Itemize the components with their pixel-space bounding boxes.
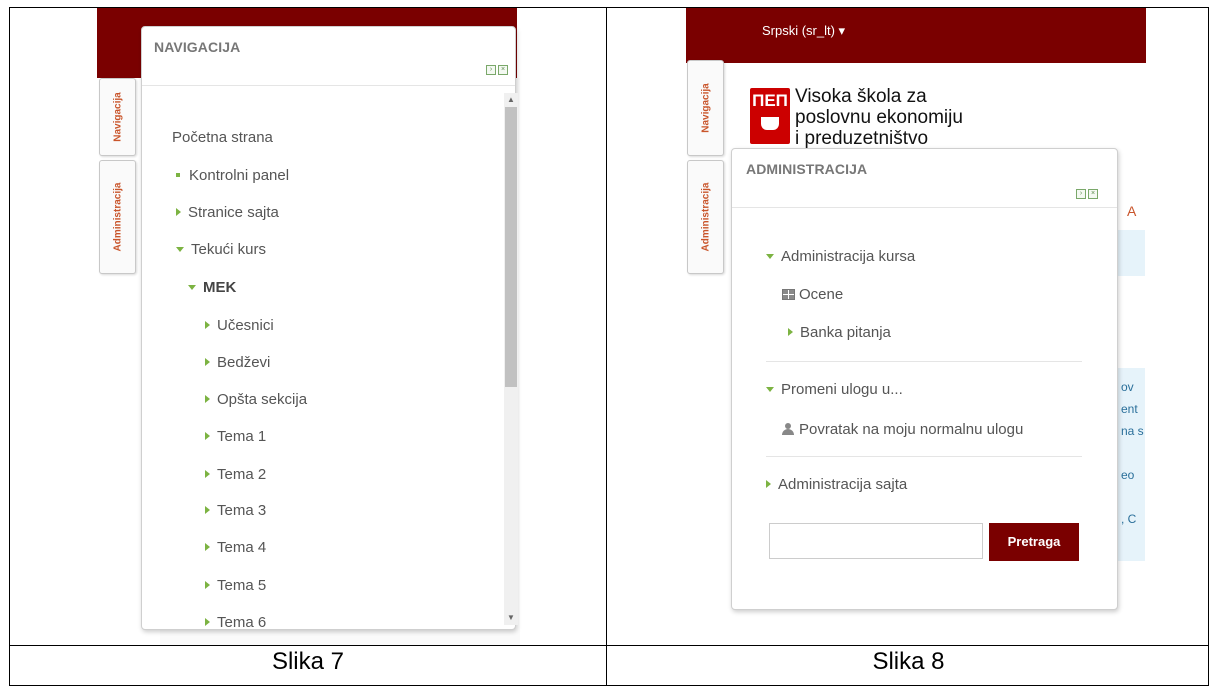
tree-item-label: Tema 4 bbox=[217, 539, 267, 556]
tab-administracija[interactable]: Administracija bbox=[687, 160, 724, 274]
tab-navigacija[interactable]: Navigacija bbox=[99, 78, 136, 156]
tree-item-ocene[interactable]: Ocene bbox=[782, 286, 843, 303]
tree-item-label: Učesnici bbox=[217, 317, 274, 334]
search-button[interactable]: Pretraga bbox=[989, 523, 1079, 561]
scroll-up-icon[interactable]: ▲ bbox=[504, 93, 518, 107]
dock-icon[interactable]: › bbox=[1076, 189, 1086, 199]
collapsed-icon bbox=[788, 328, 793, 336]
tree-item[interactable]: Tema 3 bbox=[205, 502, 266, 519]
tree-item-label: MEK bbox=[203, 279, 237, 296]
header-bar: Srpski (sr_lt) ▾ bbox=[686, 8, 1146, 63]
tab-administracija-label: Administracija bbox=[112, 182, 123, 252]
tree-item[interactable]: Početna strana bbox=[172, 129, 273, 146]
administration-block: ADMINISTRACIJA › × Administracija kursa … bbox=[731, 148, 1118, 610]
admin-search-input[interactable] bbox=[769, 523, 983, 559]
tree-item-administracija-sajta[interactable]: Administracija sajta bbox=[766, 476, 907, 493]
collapsed-icon bbox=[205, 506, 210, 514]
tree-item[interactable]: Tema 4 bbox=[205, 539, 266, 556]
tree-item[interactable]: Opšta sekcija bbox=[205, 391, 307, 408]
tree-item-label: Tema 1 bbox=[217, 428, 267, 445]
user-icon bbox=[782, 423, 794, 435]
tree-item-label: Bedževi bbox=[217, 354, 271, 371]
bg-info-box: ov ent na s eo , C bbox=[1115, 368, 1145, 561]
logo-text: Visoka škola za poslovnu ekonomiju i pre… bbox=[795, 86, 963, 149]
tree-item-banka-pitanja[interactable]: Banka pitanja bbox=[788, 324, 891, 341]
tree-item-label: Tema 6 bbox=[217, 614, 267, 628]
expanded-icon bbox=[766, 254, 774, 259]
collapsed-icon bbox=[176, 208, 181, 216]
tab-navigacija[interactable]: Navigacija bbox=[687, 60, 724, 156]
collapsed-icon bbox=[205, 543, 210, 551]
tree-item-label: Početna strana bbox=[172, 129, 273, 146]
navigation-block: NAVIGACIJA › × Početna strana Kontrolni p… bbox=[141, 26, 516, 630]
tree-item-label: Tema 3 bbox=[217, 502, 267, 519]
bullet-icon bbox=[176, 173, 180, 177]
tree-item[interactable]: Tema 5 bbox=[205, 577, 266, 594]
language-menu[interactable]: Srpski (sr_lt) ▾ bbox=[762, 23, 845, 39]
tree-item[interactable]: Stranice sajta bbox=[176, 204, 279, 221]
collapsed-icon bbox=[205, 321, 210, 329]
tree-item-label: Tekući kurs bbox=[191, 241, 267, 258]
figure-caption: Slika 7 bbox=[271, 648, 345, 675]
close-icon[interactable]: × bbox=[1088, 189, 1098, 199]
tab-administracija-label: Administracija bbox=[700, 182, 711, 252]
section-divider bbox=[766, 361, 1082, 362]
tree-item-label: Tema 5 bbox=[217, 577, 267, 594]
navigation-tree: Početna strana Kontrolni panel Stranice sa… bbox=[142, 86, 515, 628]
expanded-icon bbox=[176, 247, 184, 252]
tree-item[interactable]: Tema 2 bbox=[205, 466, 266, 483]
table-row-divider bbox=[10, 645, 1208, 646]
tab-navigacija-label: Navigacija bbox=[700, 83, 711, 133]
grades-icon bbox=[782, 289, 795, 300]
figure-caption: Slika 8 bbox=[872, 648, 945, 675]
tab-navigacija-label: Navigacija bbox=[112, 92, 123, 142]
block-controls: › × bbox=[1076, 189, 1098, 199]
tree-item-povratak-uloga[interactable]: Povratak na moju normalnu ulogu bbox=[782, 421, 1023, 438]
collapsed-icon bbox=[205, 581, 210, 589]
scrollbar[interactable]: ▲ ▼ bbox=[504, 93, 518, 625]
tree-item[interactable]: Tema 1 bbox=[205, 428, 266, 445]
logo-mark: ПЕП bbox=[750, 88, 790, 144]
tree-item-label: Opšta sekcija bbox=[217, 391, 308, 408]
collapsed-icon bbox=[766, 480, 771, 488]
screenshot-administration: Srpski (sr_lt) ▾ ПЕП Visoka škola za pos… bbox=[607, 8, 1210, 645]
scroll-down-icon[interactable]: ▼ bbox=[504, 611, 518, 625]
close-icon[interactable]: × bbox=[498, 65, 508, 75]
expanded-icon bbox=[766, 387, 774, 392]
expanded-icon bbox=[188, 285, 196, 290]
scroll-thumb[interactable] bbox=[505, 107, 517, 387]
tree-item[interactable]: MEK bbox=[188, 279, 236, 296]
tree-item-label: Kontrolni panel bbox=[189, 167, 290, 184]
screenshot-navigation: Navigacija Administracija NAVIGACIJA › ×… bbox=[10, 8, 606, 645]
collapsed-icon bbox=[205, 432, 210, 440]
block-title: NAVIGACIJA bbox=[154, 39, 241, 55]
section-divider bbox=[766, 456, 1082, 457]
title-divider bbox=[732, 207, 1117, 208]
tab-administracija[interactable]: Administracija bbox=[99, 160, 136, 274]
block-title: ADMINISTRACIJA bbox=[746, 161, 868, 177]
collapsed-icon bbox=[205, 395, 210, 403]
dock-icon[interactable]: › bbox=[486, 65, 496, 75]
tree-item-promeni-ulogu[interactable]: Promeni ulogu u... bbox=[766, 381, 903, 398]
block-controls: › × bbox=[486, 65, 508, 75]
bg-text-fragment: A bbox=[1127, 203, 1137, 219]
tree-item-label: Tema 2 bbox=[217, 466, 267, 483]
tree-item[interactable]: Tekući kurs bbox=[176, 241, 266, 258]
collapsed-icon bbox=[205, 358, 210, 366]
collapsed-icon bbox=[205, 470, 210, 478]
tree-item-label: Stranice sajta bbox=[188, 204, 279, 221]
book-icon bbox=[761, 117, 779, 130]
bg-info-box bbox=[1115, 230, 1145, 276]
collapsed-icon bbox=[205, 618, 210, 626]
document-table: Navigacija Administracija NAVIGACIJA › ×… bbox=[9, 7, 1209, 686]
tree-item-administracija-kursa[interactable]: Administracija kursa bbox=[766, 248, 915, 265]
tree-item[interactable]: Učesnici bbox=[205, 317, 274, 334]
tree-item[interactable]: Bedževi bbox=[205, 354, 270, 371]
tree-item[interactable]: Tema 6 bbox=[205, 614, 266, 628]
tree-item[interactable]: Kontrolni panel bbox=[176, 167, 289, 184]
